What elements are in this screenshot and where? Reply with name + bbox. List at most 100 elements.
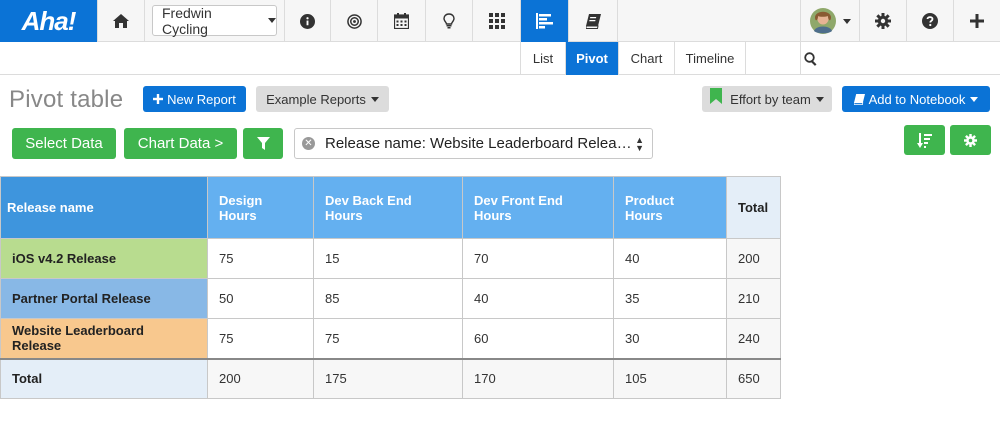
pivot-table: Release name Design Hours Dev Back End H… [0, 176, 781, 399]
add-to-notebook-label: Add to Notebook [868, 91, 966, 107]
column-header-release-name[interactable]: Release name [0, 176, 208, 239]
column-header-total[interactable]: Total [726, 176, 781, 239]
table-header-row: Release name Design Hours Dev Back End H… [0, 176, 781, 239]
filter-button[interactable] [243, 128, 283, 159]
table-cell: 70 [462, 238, 614, 279]
settings-button[interactable] [860, 0, 907, 42]
info-icon [300, 13, 315, 29]
gear-icon [964, 133, 977, 147]
table-cell: 40 [613, 238, 727, 279]
notebooks-button[interactable] [569, 0, 618, 42]
row-label[interactable]: iOS v4.2 Release [0, 238, 208, 279]
sort-button[interactable] [904, 125, 945, 155]
column-header[interactable]: Dev Back End Hours [313, 176, 463, 239]
table-cell: 30 [613, 318, 727, 359]
effort-by-team-label: Effort by team [730, 91, 811, 107]
help-icon [922, 13, 938, 29]
reports-button[interactable] [521, 0, 569, 42]
tab-pivot[interactable]: Pivot [565, 42, 618, 75]
table-cell: 75 [207, 238, 314, 279]
table-cell: 75 [207, 318, 314, 359]
table-cell: 50 [207, 278, 314, 319]
row-label-total: Total [0, 357, 208, 399]
home-icon [113, 14, 129, 28]
table-cell: 175 [313, 357, 463, 399]
ideas-button[interactable] [426, 0, 473, 42]
subnav-spacer [745, 42, 801, 75]
workspace-selector[interactable]: Fredwin Cycling [152, 4, 277, 37]
table-cell: 85 [313, 278, 463, 319]
report-view-tabs-bar [0, 42, 1000, 75]
column-header[interactable]: Product Hours [613, 176, 727, 239]
table-cell: 200 [207, 357, 314, 399]
plus-icon [153, 94, 164, 104]
filter-icon [256, 137, 270, 150]
chevron-down-icon [370, 96, 379, 102]
select-data-button[interactable]: Select Data [12, 128, 116, 159]
grid-icon [488, 13, 505, 29]
tab-timeline[interactable]: Timeline [674, 42, 745, 75]
column-header[interactable]: Dev Front End Hours [462, 176, 614, 239]
example-reports-dropdown[interactable]: Example Reports [256, 86, 389, 112]
table-cell: 105 [613, 357, 727, 399]
avatar [809, 8, 836, 34]
table-cell-total: 240 [726, 318, 781, 359]
bookmark-icon [710, 88, 723, 104]
aha-logo[interactable]: Aha! [0, 0, 97, 42]
report-icon [535, 13, 553, 29]
chevron-down-icon [268, 18, 276, 23]
table-cell: 170 [462, 357, 614, 399]
chevron-down-icon [970, 96, 979, 102]
table-cell: 75 [313, 318, 463, 359]
pivot-settings-button[interactable] [950, 125, 991, 155]
goals-button[interactable] [331, 0, 378, 42]
plus-icon [970, 14, 984, 28]
row-label[interactable]: Partner Portal Release [0, 278, 208, 319]
calendar-button[interactable] [378, 0, 426, 42]
search-icon [804, 51, 817, 66]
book-icon [853, 93, 865, 105]
table-row: Partner Portal Release 50 85 40 35 210 [0, 278, 781, 319]
search-button[interactable] [801, 42, 821, 75]
new-report-button[interactable]: New Report [143, 86, 246, 112]
clear-filter-icon[interactable]: ✕ [302, 137, 315, 150]
release-name-filter[interactable]: ✕ Release name: Website Leaderboard Rele… [294, 128, 653, 159]
row-label[interactable]: Website Leaderboard Release [0, 318, 208, 359]
add-to-notebook-dropdown[interactable]: Add to Notebook [842, 86, 990, 112]
tab-list[interactable]: List [520, 42, 565, 75]
table-cell-total: 200 [726, 238, 781, 279]
book-icon [585, 13, 601, 29]
table-cell: 40 [462, 278, 614, 319]
user-menu-button[interactable] [800, 0, 860, 42]
table-total-row: Total 200 175 170 105 650 [0, 357, 781, 399]
filter-value: Release name: Website Leaderboard Relea… [325, 135, 632, 152]
gear-icon [875, 13, 891, 29]
info-button[interactable] [284, 0, 331, 42]
sort-icon [917, 132, 932, 148]
calendar-icon [394, 13, 409, 29]
effort-by-team-dropdown[interactable]: Effort by team [702, 86, 832, 112]
table-row: Website Leaderboard Release 75 75 60 30 … [0, 318, 781, 359]
select-arrows-icon: ▲ ▼ [635, 135, 644, 153]
table-cell: 15 [313, 238, 463, 279]
workspace-name: Fredwin Cycling [162, 4, 212, 37]
tab-chart[interactable]: Chart [618, 42, 674, 75]
table-row: iOS v4.2 Release 75 15 70 40 200 [0, 238, 781, 279]
chevron-down-icon [842, 18, 851, 24]
chart-data-button[interactable]: Chart Data > [124, 128, 237, 159]
table-cell-total: 210 [726, 278, 781, 319]
example-reports-label: Example Reports [266, 91, 366, 107]
page-title: Pivot table [9, 86, 124, 113]
help-button[interactable] [907, 0, 954, 42]
apps-grid-button[interactable] [473, 0, 521, 42]
new-report-label: New Report [167, 91, 236, 107]
add-button[interactable] [954, 0, 1000, 42]
column-header[interactable]: Design Hours [207, 176, 314, 239]
lightbulb-icon [443, 13, 455, 29]
table-cell: 60 [462, 318, 614, 359]
target-icon [346, 13, 362, 29]
home-button[interactable] [97, 0, 145, 42]
table-cell: 35 [613, 278, 727, 319]
table-cell-grand-total: 650 [726, 357, 781, 399]
chevron-down-icon [815, 96, 824, 102]
